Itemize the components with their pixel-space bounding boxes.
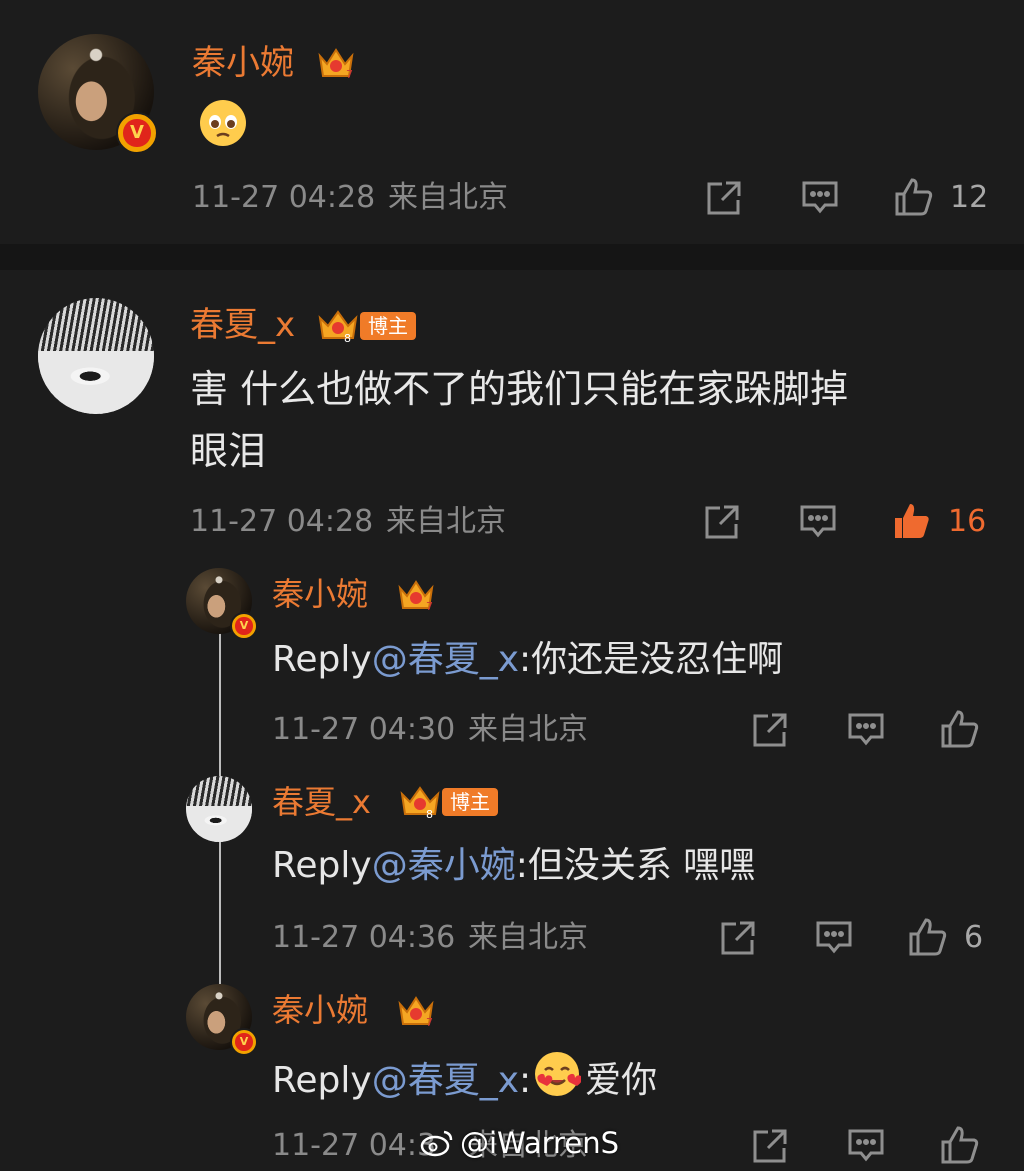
- reply-text: Reply@秦小婉:但没关系 嘿嘿: [272, 842, 755, 890]
- avatar[interactable]: V: [38, 34, 158, 154]
- reply-prefix: Reply: [272, 639, 372, 680]
- verified-badge-icon: V: [230, 612, 258, 640]
- liked-icon[interactable]: [892, 500, 932, 542]
- verified-badge-icon: V: [116, 112, 158, 154]
- share-icon[interactable]: [704, 178, 744, 218]
- like-count: 16: [948, 504, 987, 539]
- username[interactable]: 秦小婉: [272, 572, 368, 616]
- vip-level-text: 8: [344, 332, 351, 344]
- pleading-face-emoji: [198, 98, 248, 152]
- avatar-image: [38, 298, 154, 414]
- comment-text-line: 眼泪: [190, 429, 267, 473]
- reply-location: 来自北京: [468, 920, 588, 955]
- mention-link[interactable]: @秦小婉: [372, 845, 516, 886]
- reply-time: 11-27 04:3: [272, 1128, 437, 1163]
- avatar[interactable]: [38, 298, 154, 414]
- reply-location: 来自北京: [468, 712, 588, 747]
- avatar-image: [186, 776, 252, 842]
- avatar[interactable]: V: [186, 984, 258, 1056]
- username[interactable]: 秦小婉: [272, 988, 368, 1032]
- username[interactable]: 秦小婉: [192, 40, 294, 86]
- comment-icon[interactable]: [846, 710, 886, 750]
- avatar[interactable]: [186, 776, 252, 842]
- comment-icon[interactable]: [814, 918, 854, 958]
- share-icon[interactable]: [718, 918, 758, 958]
- like-count: 12: [950, 180, 989, 215]
- mention-link[interactable]: @春夏_x: [372, 639, 519, 680]
- vip-crown-icon: 7: [396, 990, 436, 1030]
- share-icon[interactable]: [702, 502, 742, 542]
- watermark-text: @iWarrenS: [460, 1126, 619, 1160]
- smiling-face-with-hearts-emoji: [533, 1050, 583, 1111]
- reply-text: Reply@春夏_x:你还是没忍住啊: [272, 636, 783, 684]
- vip-crown-icon: 8: [316, 306, 360, 344]
- reply-prefix: Reply: [272, 1059, 372, 1101]
- reply-body: :但没关系 嘿嘿: [515, 845, 756, 886]
- verified-badge-icon: V: [230, 1028, 258, 1056]
- comment-icon[interactable]: [798, 502, 838, 542]
- weibo-logo-icon: [420, 1130, 453, 1157]
- vip-crown-icon: 7: [396, 574, 436, 614]
- like-icon[interactable]: [940, 708, 980, 750]
- reply-colon: :: [519, 1059, 532, 1101]
- mention-link[interactable]: @春夏_x: [372, 1057, 519, 1105]
- comment-time: 11-27 04:28: [190, 504, 374, 539]
- avatar[interactable]: V: [186, 568, 258, 640]
- reply-time: 11-27 04:36: [272, 920, 456, 955]
- comment-text-line: 害 什么也做不了的我们只能在家跺脚掉: [190, 367, 849, 411]
- vip-level-text: 7: [346, 68, 353, 81]
- blogger-tag: 博主: [442, 788, 498, 816]
- weibo-watermark: @iWarrenS: [420, 1126, 619, 1160]
- like-count: 6: [964, 920, 984, 955]
- like-icon[interactable]: [894, 176, 934, 218]
- blogger-tag: 博主: [360, 312, 416, 340]
- comment-time: 11-27 04:28: [192, 180, 376, 215]
- comment-icon[interactable]: [800, 178, 840, 218]
- reply-body: :你还是没忍住啊: [519, 639, 784, 680]
- vip-crown-icon: 7: [316, 42, 356, 82]
- vip-level-text: 7: [426, 1016, 433, 1029]
- vip-crown-icon: 8: [398, 782, 442, 820]
- like-icon[interactable]: [908, 916, 948, 958]
- reply-prefix: Reply: [272, 845, 372, 886]
- share-icon[interactable]: [750, 1126, 790, 1166]
- reply-body: 爱你: [585, 1059, 658, 1101]
- share-icon[interactable]: [750, 710, 790, 750]
- like-icon[interactable]: [940, 1124, 980, 1166]
- comment-divider: [0, 244, 1024, 270]
- comment-location: 来自北京: [388, 180, 508, 215]
- username[interactable]: 春夏_x: [190, 302, 295, 348]
- reply-time: 11-27 04:30: [272, 712, 456, 747]
- username[interactable]: 春夏_x: [272, 780, 371, 824]
- comment-location: 来自北京: [386, 504, 506, 539]
- reply-text: Reply @春夏_x: 爱你: [272, 1050, 657, 1111]
- comment-icon[interactable]: [846, 1126, 886, 1166]
- vip-level-text: 7: [426, 600, 433, 613]
- vip-level-text: 8: [426, 808, 433, 820]
